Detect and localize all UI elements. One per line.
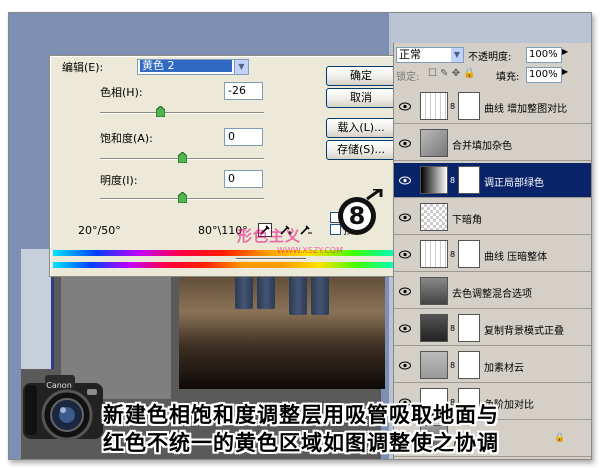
visibility-eye-icon[interactable]	[399, 212, 411, 222]
saturation-slider-thumb[interactable]	[178, 152, 187, 163]
lock-label: 锁定:	[396, 72, 420, 83]
visibility-eye-icon[interactable]	[399, 138, 411, 148]
hue-saturation-dialog: 编辑(E): 黄色 2 ▼ 色相(H): -26 饱和度(A): 0 明度(I)…	[49, 55, 401, 277]
visibility-eye-icon[interactable]	[399, 323, 411, 333]
layer-thumbnail	[420, 314, 448, 342]
chain-link-icon[interactable]: 8	[450, 361, 455, 370]
layer-row[interactable]: 下暗角	[394, 200, 591, 235]
chevron-right-icon[interactable]: ▶	[562, 47, 568, 56]
hue-spectrum-top	[53, 250, 395, 256]
step-number-badge: 8	[335, 187, 383, 237]
caption-line-1: 新建色相饱和度调整层用吸管吸取地面与	[103, 403, 499, 427]
step-number: 8	[349, 202, 366, 230]
visibility-eye-icon[interactable]	[399, 286, 411, 296]
chain-link-icon[interactable]: 8	[450, 324, 455, 333]
hue-spectrum-bottom	[53, 262, 395, 268]
layer-mask-thumbnail[interactable]	[458, 314, 480, 342]
camera-brand: Canon	[46, 381, 72, 390]
edit-channel-select[interactable]: 黄色 2 ▼	[137, 59, 249, 75]
cancel-button[interactable]: 取消	[326, 88, 396, 108]
saturation-label: 饱和度(A):	[100, 132, 153, 145]
saturation-input[interactable]: 0	[224, 128, 263, 146]
layer-mask-thumbnail[interactable]	[458, 92, 480, 120]
layer-name: 加素材云	[484, 363, 524, 374]
edit-label: 编辑(E):	[62, 61, 104, 74]
opacity-input[interactable]: 100%	[526, 47, 562, 63]
layer-row[interactable]: 8 复制背景模式正叠	[394, 311, 591, 346]
layer-mask-thumbnail[interactable]	[458, 240, 480, 268]
screenshot-frame: 编辑(E): 黄色 2 ▼ 色相(H): -26 饱和度(A): 0 明度(I)…	[8, 12, 592, 460]
layer-mask-thumbnail[interactable]	[458, 351, 480, 379]
layer-mask-thumbnail[interactable]	[458, 166, 480, 194]
lightness-slider-thumb[interactable]	[178, 192, 187, 203]
hue-input[interactable]: -26	[224, 82, 263, 100]
layer-name: 下暗角	[452, 215, 482, 226]
visibility-eye-icon[interactable]	[399, 175, 411, 185]
caption-line-2: 红色不统一的黄色区域如图调整使之协调	[103, 431, 499, 455]
chevron-down-icon[interactable]: ▼	[451, 48, 463, 62]
layer-row[interactable]: 去色调整混合选项	[394, 274, 591, 309]
lightness-input[interactable]: 0	[224, 170, 263, 188]
layer-thumbnail	[420, 129, 448, 157]
layer-row[interactable]: 8 曲线 压暗整体	[394, 237, 591, 272]
blend-mode-select[interactable]: 正常 ▼	[396, 47, 464, 63]
layer-thumbnail	[420, 203, 448, 231]
layer-name: 曲线 增加整图对比	[484, 104, 568, 115]
visibility-eye-icon[interactable]	[399, 249, 411, 259]
lock-icon: 🔒	[554, 433, 566, 443]
opacity-label: 不透明度:	[468, 52, 512, 63]
layers-panel: 正常 ▼ 不透明度: 100% ▶ 锁定: ☐ ✎ ✥ 🔒 填充: 100% ▶…	[393, 43, 591, 459]
range-left-value: 20°/50°	[78, 224, 121, 237]
layer-thumbnail	[420, 166, 448, 194]
fill-input[interactable]: 100%	[526, 67, 562, 83]
chain-link-icon[interactable]: 8	[450, 250, 455, 259]
chain-link-icon[interactable]: 8	[450, 102, 455, 111]
edit-channel-value: 黄色 2	[140, 60, 232, 72]
visibility-eye-icon[interactable]	[399, 101, 411, 111]
fill-label: 填充:	[496, 72, 520, 83]
chevron-right-icon[interactable]: ▶	[562, 67, 568, 76]
hue-range-slider[interactable]	[236, 258, 306, 260]
chain-link-icon[interactable]: 8	[450, 176, 455, 185]
layer-row[interactable]: 8 调正局部绿色	[394, 163, 591, 198]
layer-row[interactable]: 8 曲线 增加整图对比	[394, 89, 591, 124]
layer-thumbnail	[420, 351, 448, 379]
hue-slider-track[interactable]	[100, 112, 264, 114]
layer-name: 合并填加杂色	[452, 141, 512, 152]
load-button[interactable]: 载入(L)...	[326, 118, 396, 138]
layer-thumbnail	[420, 240, 448, 268]
layers-toolbar: 正常 ▼ 不透明度: 100% ▶ 锁定: ☐ ✎ ✥ 🔒 填充: 100% ▶	[394, 43, 591, 87]
lock-icons[interactable]: ☐ ✎ ✥ 🔒	[428, 68, 476, 79]
layer-name: 曲线 压暗整体	[484, 252, 548, 263]
layer-thumbnail	[420, 92, 448, 120]
layer-name: 复制背景模式正叠	[484, 326, 564, 337]
blend-mode-value: 正常	[399, 48, 421, 61]
save-button[interactable]: 存储(S)...	[326, 140, 396, 160]
layer-row[interactable]: 8 加素材云	[394, 348, 591, 383]
watermark-text: 形色主义	[237, 227, 302, 245]
visibility-eye-icon[interactable]	[399, 360, 411, 370]
layer-name: 去色调整混合选项	[452, 289, 532, 300]
watermark-url: WWW.XSZY.COM	[277, 246, 343, 255]
layer-row[interactable]: 合并填加杂色	[394, 126, 591, 161]
hue-label: 色相(H):	[100, 86, 143, 99]
layer-name: 调正局部绿色	[484, 178, 544, 189]
chevron-down-icon[interactable]: ▼	[234, 60, 248, 74]
camera-icon: Canon	[15, 359, 115, 459]
layer-thumbnail	[420, 277, 448, 305]
hue-slider-thumb[interactable]	[156, 106, 165, 117]
lightness-label: 明度(I):	[100, 174, 138, 187]
ok-button[interactable]: 确定	[326, 66, 396, 86]
